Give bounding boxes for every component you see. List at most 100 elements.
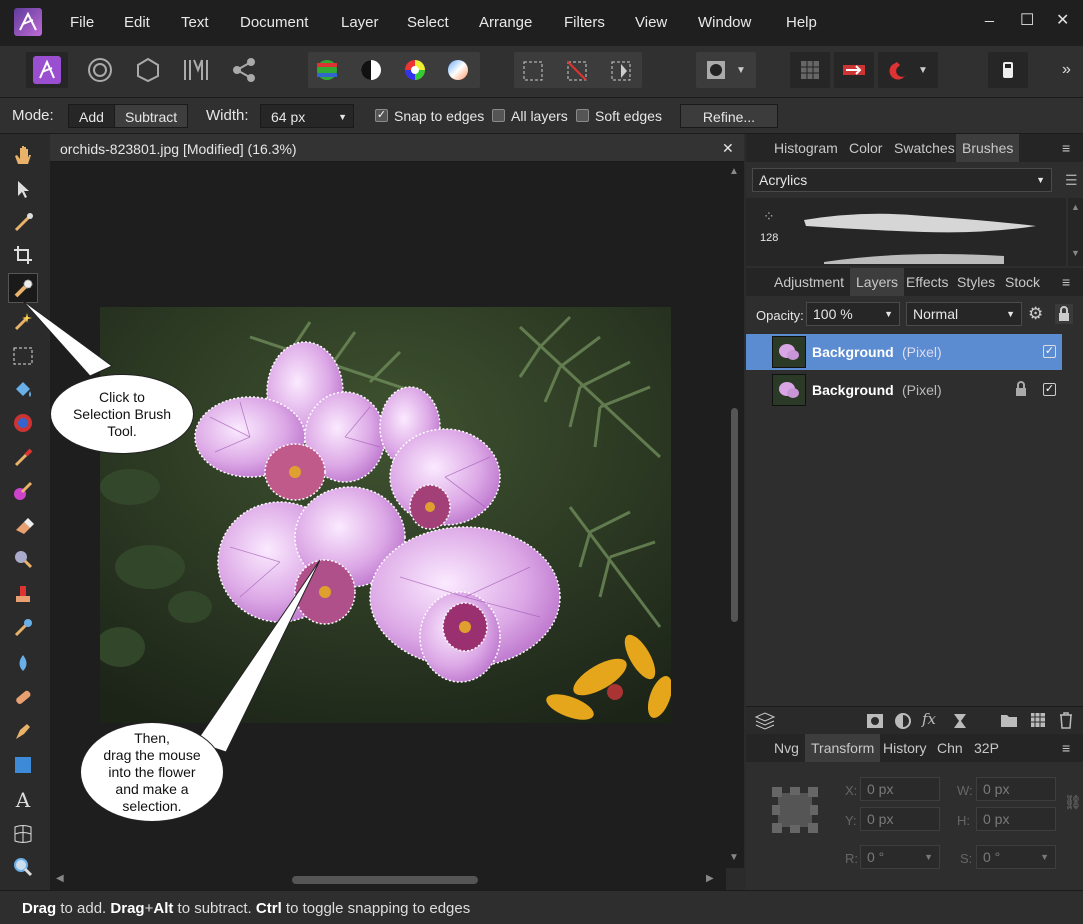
- select-all-icon[interactable]: [522, 60, 544, 85]
- marquee-tool-icon[interactable]: [8, 341, 38, 371]
- w-field[interactable]: 0 px: [976, 777, 1056, 801]
- menu-document[interactable]: Document: [240, 14, 308, 31]
- layer-visibility-checkbox[interactable]: ✓: [1043, 383, 1056, 396]
- scroll-down-icon[interactable]: ▼: [1071, 248, 1080, 258]
- horizontal-scrollbar[interactable]: ◀ ▶: [50, 868, 726, 890]
- liquify-persona-icon[interactable]: [80, 52, 120, 88]
- tab-styles[interactable]: Styles: [957, 274, 995, 290]
- scroll-left-icon[interactable]: ◀: [56, 873, 64, 884]
- black-white-icon[interactable]: [360, 59, 382, 84]
- rectangle-tool-icon[interactable]: [8, 750, 38, 780]
- adjustment-layer-icon[interactable]: [894, 712, 912, 733]
- white-balance-icon[interactable]: [447, 59, 469, 84]
- tab-histogram[interactable]: Histogram: [774, 140, 838, 156]
- selection-brush-tool-icon[interactable]: [8, 273, 38, 303]
- mode-subtract-button[interactable]: Subtract: [114, 104, 189, 128]
- menu-help[interactable]: Help: [786, 14, 817, 31]
- h-field[interactable]: 0 px: [976, 807, 1056, 831]
- snapping-grid-icon[interactable]: [790, 52, 830, 88]
- snap-to-edges-checkbox[interactable]: ✓: [375, 109, 388, 122]
- tab-layers[interactable]: Layers: [850, 268, 905, 296]
- fx-icon[interactable]: fx: [922, 710, 936, 728]
- layer-row[interactable]: Background (Pixel) ✓: [746, 372, 1062, 408]
- blend-mode-select[interactable]: Normal ▼: [906, 302, 1022, 326]
- menu-layer[interactable]: Layer: [341, 14, 379, 31]
- brush-category-select[interactable]: Acrylics ▼: [752, 168, 1052, 192]
- color-replacement-icon[interactable]: [8, 476, 38, 506]
- tab-color[interactable]: Color: [849, 140, 882, 156]
- layer-row[interactable]: Background (Pixel) ✓: [746, 334, 1062, 370]
- menu-edit[interactable]: Edit: [124, 14, 150, 31]
- soft-edges-checkbox[interactable]: [576, 109, 589, 122]
- tab-channels[interactable]: Chn: [937, 740, 963, 756]
- tab-history[interactable]: History: [883, 740, 927, 756]
- layer-visibility-checkbox[interactable]: ✓: [1043, 345, 1056, 358]
- menu-filters[interactable]: Filters: [564, 14, 605, 31]
- folder-icon[interactable]: [1000, 712, 1018, 731]
- mode-add-button[interactable]: Add: [68, 104, 115, 128]
- smudge-tool-icon[interactable]: [8, 612, 38, 642]
- erase-brush-icon[interactable]: [8, 510, 38, 540]
- rotation-field[interactable]: 0 ° ▼: [860, 845, 940, 869]
- brush-preview-list[interactable]: ⁘ 128: [746, 198, 1066, 266]
- menu-arrange[interactable]: Arrange: [479, 14, 532, 31]
- crop-tool-icon[interactable]: [8, 240, 38, 270]
- canvas-area[interactable]: Click to Selection Brush Tool. Then, dra…: [21, 162, 726, 868]
- shear-field[interactable]: 0 ° ▼: [976, 845, 1056, 869]
- y-field[interactable]: 0 px: [860, 807, 940, 831]
- opacity-field[interactable]: 100 % ▼: [806, 302, 900, 326]
- trash-icon[interactable]: [1058, 711, 1074, 732]
- assistant-icon[interactable]: [988, 52, 1028, 88]
- panel-menu-icon[interactable]: ≡: [1062, 274, 1070, 290]
- link-aspect-icon[interactable]: ⛓: [1064, 794, 1082, 811]
- minimize-icon[interactable]: _: [985, 6, 994, 24]
- color-picker-icon[interactable]: [8, 207, 38, 237]
- anchor-selector-icon[interactable]: [772, 787, 818, 833]
- scroll-up-icon[interactable]: ▲: [1071, 202, 1080, 212]
- horizontal-scroll-thumb[interactable]: [292, 876, 478, 884]
- close-window-icon[interactable]: ✕: [1056, 10, 1069, 30]
- view-hand-icon[interactable]: [8, 140, 38, 170]
- photo-persona-icon[interactable]: [26, 52, 68, 88]
- move-tool-icon[interactable]: [8, 174, 38, 204]
- tab-adjustment[interactable]: Adjustment: [774, 274, 844, 290]
- brush-list-scrollbar[interactable]: ▲ ▼: [1068, 198, 1083, 266]
- healing-brush-icon[interactable]: [8, 682, 38, 712]
- tab-effects[interactable]: Effects: [906, 274, 949, 290]
- tab-stock[interactable]: Stock: [1005, 274, 1040, 290]
- blur-tool-icon[interactable]: [8, 648, 38, 678]
- scroll-right-icon[interactable]: ▶: [706, 873, 714, 884]
- tab-brushes[interactable]: Brushes: [956, 134, 1020, 162]
- quick-mask-button[interactable]: ▼: [696, 52, 756, 88]
- develop-persona-icon[interactable]: [128, 52, 168, 88]
- layers-stack-icon[interactable]: [754, 711, 776, 734]
- tone-mapping-persona-icon[interactable]: [176, 52, 216, 88]
- panel-menu-icon[interactable]: ≡: [1062, 140, 1070, 156]
- invert-selection-icon[interactable]: [610, 60, 632, 85]
- deselect-icon[interactable]: [566, 60, 588, 85]
- tab-32p[interactable]: 32P: [974, 740, 999, 756]
- panel-menu-icon[interactable]: ≡: [1062, 740, 1070, 756]
- toolbar-overflow-icon[interactable]: »: [1062, 61, 1071, 79]
- tab-navigator[interactable]: Nvg: [774, 740, 799, 756]
- add-pixel-layer-icon[interactable]: [1030, 712, 1046, 731]
- gear-icon[interactable]: ⚙: [1028, 304, 1043, 324]
- document-tab[interactable]: orchids-823801.jpg [Modified] (16.3%) ✕: [50, 134, 744, 162]
- scroll-up-icon[interactable]: ▲: [729, 166, 739, 177]
- all-layers-checkbox[interactable]: [492, 109, 505, 122]
- vertical-scroll-thumb[interactable]: [731, 408, 738, 622]
- dodge-tool-icon[interactable]: [8, 544, 38, 574]
- menu-text[interactable]: Text: [181, 14, 209, 31]
- layer-lock-icon[interactable]: [1014, 380, 1028, 401]
- close-document-icon[interactable]: ✕: [722, 140, 734, 157]
- live-filter-icon[interactable]: [952, 712, 968, 733]
- clone-tool-icon[interactable]: [8, 578, 38, 608]
- list-view-icon[interactable]: ☰: [1065, 172, 1078, 189]
- menu-view[interactable]: View: [635, 14, 667, 31]
- x-field[interactable]: 0 px: [860, 777, 940, 801]
- gradient-tool-icon[interactable]: [8, 408, 38, 438]
- width-field[interactable]: 64 px ▼: [260, 104, 354, 128]
- menu-window[interactable]: Window: [698, 14, 751, 31]
- hsl-icon[interactable]: [404, 59, 426, 84]
- mesh-warp-icon[interactable]: [8, 819, 38, 849]
